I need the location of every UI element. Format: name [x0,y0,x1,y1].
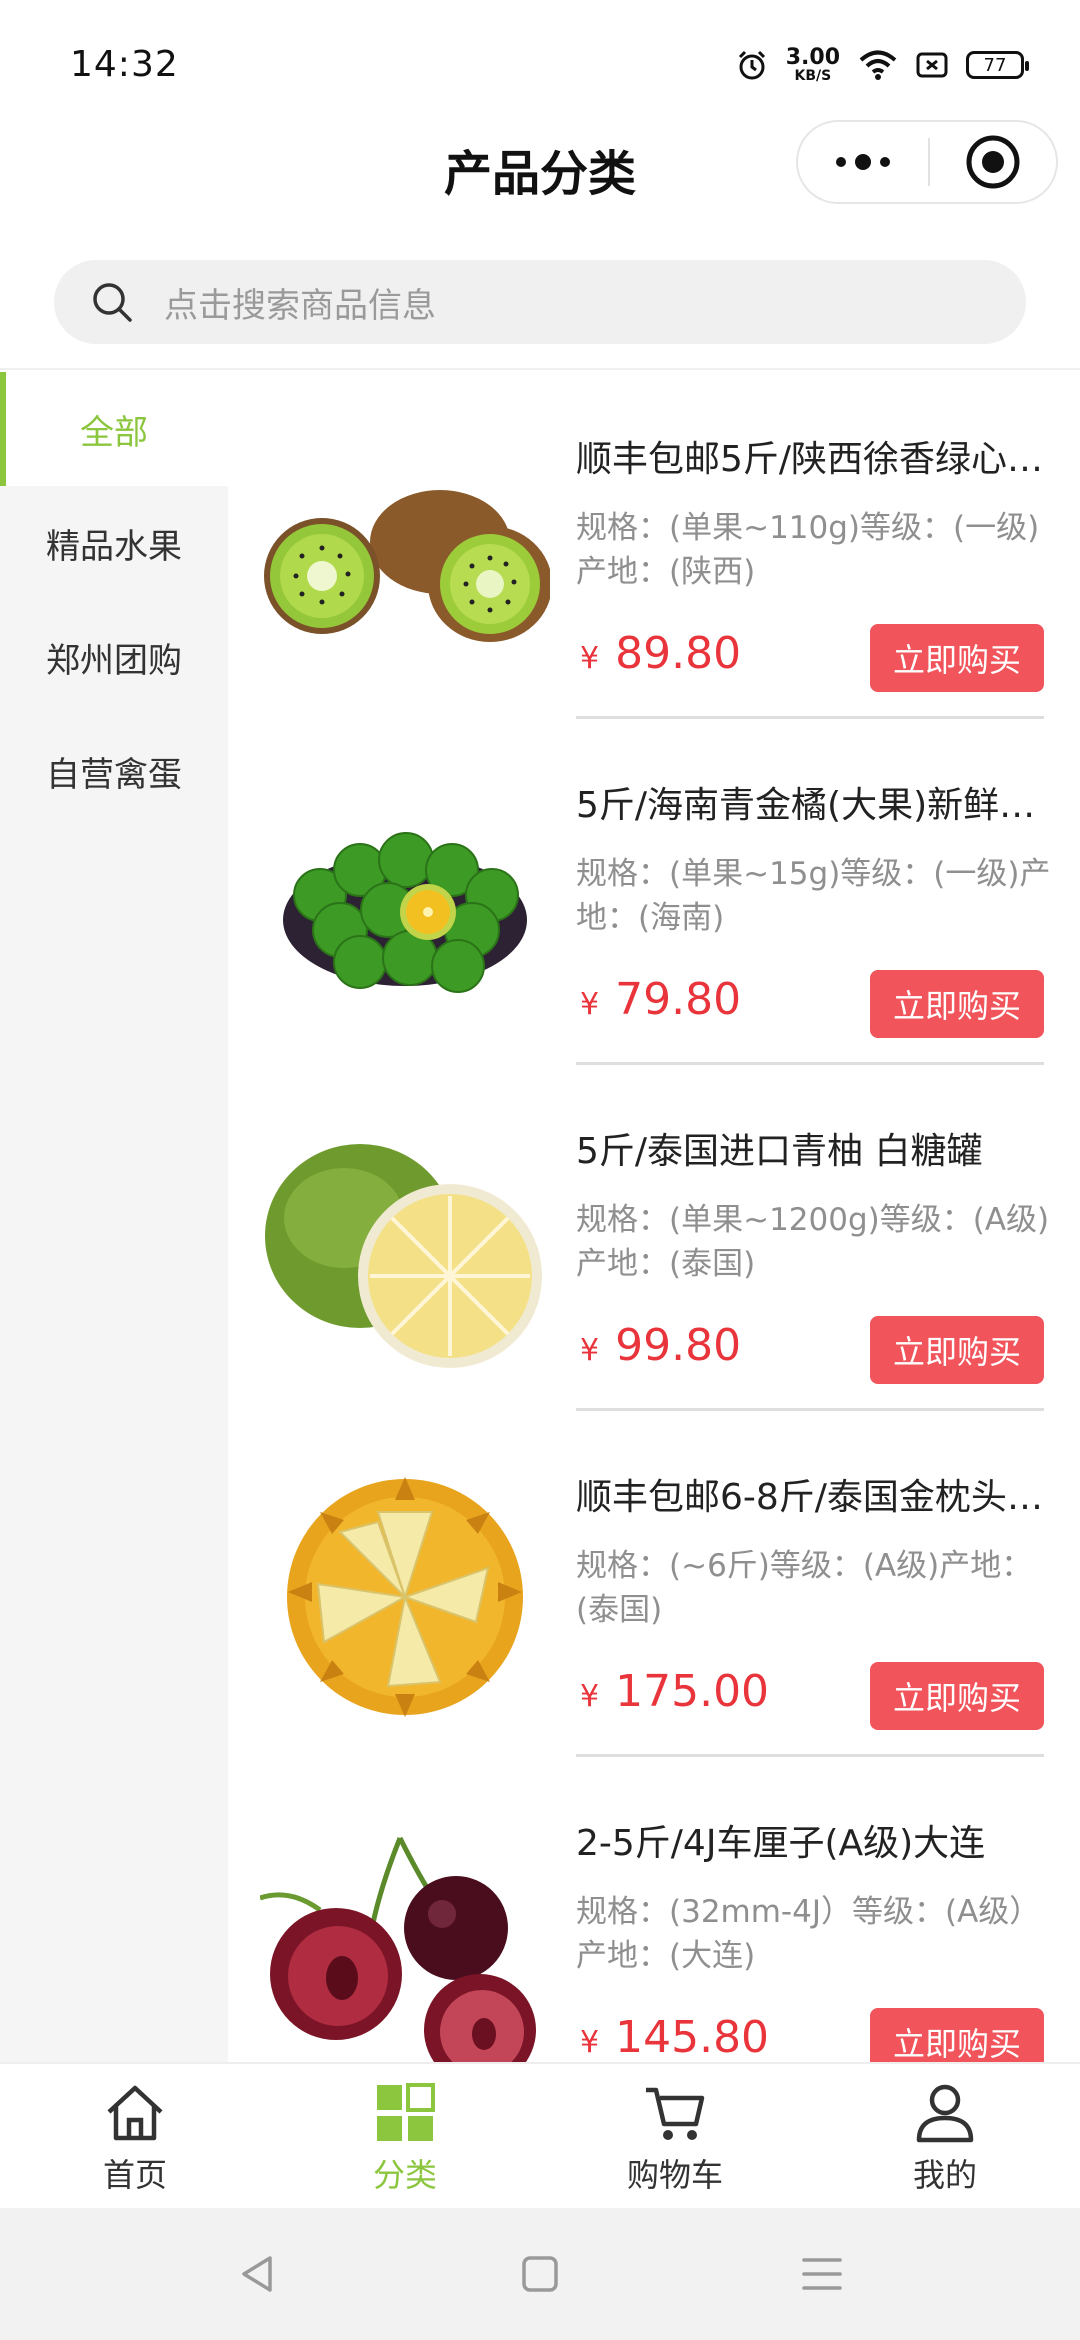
product-price: ¥ 145.80 [580,2012,769,2062]
product-image-kiwi[interactable] [260,434,550,684]
product-spec: 规格：(单果~1200g)等级：(A级)产地：(泰国) [576,1202,1050,1282]
product-card[interactable]: 顺丰包邮5斤/陕西徐香绿心猕猴桃 规格：(单果~110g)等级：(一级)产地：(… [228,372,1080,719]
product-spec: 规格：(单果~110g)等级：(一级)产地：(陕西) [576,510,1040,590]
search-icon [93,283,132,322]
product-card[interactable]: 顺丰包邮6-8斤/泰国金枕头榴莲 规格：(~6斤)等级：(A级)产地：(泰国) … [228,1410,1080,1757]
net-speed: 3.00 KB/S [785,45,840,84]
more-button[interactable] [798,152,928,172]
sidebar-item-poultry-eggs[interactable]: 自营禽蛋 [0,714,228,828]
currency-symbol: ¥ [580,2025,600,2060]
menu-lines-icon[interactable] [800,2254,844,2294]
back-icon[interactable] [236,2252,280,2296]
product-name: 5斤/泰国进口青柚 白糖罐 [576,1131,983,1172]
home-icon [107,2085,163,2141]
net-speed-unit: KB/S [794,68,832,84]
tab-cart[interactable]: 购物车 [540,2064,810,2210]
sidebar-item-label: 郑州团购 [46,640,182,681]
product-card[interactable]: 2-5斤/4J车厘子(A级)大连 规格：(32mm-4J）等级：(A级）产地：(… [228,1756,1080,2062]
sidebar-item-premium-fruit[interactable]: 精品水果 [0,486,228,600]
product-price: ¥ 175.00 [580,1666,769,1717]
status-time: 14:32 [70,44,179,85]
net-speed-value: 3.00 [785,45,840,70]
battery-level: 77 [983,54,1007,76]
search-placeholder: 点击搜索商品信息 [164,285,436,326]
status-bar: 14:32 3.00 KB/S 77 [0,0,1080,120]
buy-now-button[interactable]: 立即购买 [870,2008,1044,2062]
buy-now-button[interactable]: 立即购买 [870,1316,1044,1384]
product-name: 5斤/海南青金橘(大果)新鲜水果 [576,785,1046,826]
sidebar-item-all[interactable]: 全部 [0,372,228,486]
product-name: 顺丰包邮6-8斤/泰国金枕头榴莲 [576,1477,1046,1518]
status-icons: 3.00 KB/S 77 [736,40,1029,90]
tab-label: 我的 [912,2156,977,2194]
title-bar: 产品分类 [0,120,1080,250]
cart-icon [646,2087,705,2140]
tab-label: 首页 [102,2156,167,2194]
buy-now-button[interactable]: 立即购买 [870,1662,1044,1730]
product-image-durian[interactable] [260,1472,550,1722]
category-grid-icon [377,2083,435,2141]
sidebar-item-label: 自营禽蛋 [46,754,182,795]
product-price: ¥ 89.80 [580,628,741,679]
buy-now-button[interactable]: 立即购买 [870,624,1044,692]
bottom-tab-bar: 首页 分类 购物车 我的 [0,2062,1080,2208]
price-value: 79.80 [615,974,742,1025]
sidebar-item-label: 精品水果 [46,526,182,567]
user-icon [916,2084,974,2143]
tab-home[interactable]: 首页 [0,2064,270,2210]
product-image-lime[interactable] [260,780,550,1030]
price-value: 89.80 [615,628,742,679]
sidebar-item-zhengzhou-group-buy[interactable]: 郑州团购 [0,600,228,714]
price-value: 175.00 [615,1666,770,1717]
currency-symbol: ¥ [580,1679,600,1714]
price-value: 99.80 [615,1320,742,1371]
product-price: ¥ 99.80 [580,1320,741,1371]
tab-label: 购物车 [626,2156,723,2194]
sim-icon [916,52,948,78]
header-divider [0,368,1080,370]
app-screen: 14:32 3.00 KB/S 77 产品分类 点击搜索商品信息 全部 精品水果… [0,0,1080,2340]
product-image-pomelo[interactable] [260,1126,550,1376]
tab-label: 分类 [372,2156,437,2194]
product-spec: 规格：(单果~15g)等级：(一级)产地：(海南) [576,856,1051,936]
price-value: 145.80 [615,2012,770,2062]
more-dots-icon [836,154,890,170]
search-bar[interactable]: 点击搜索商品信息 [54,260,1026,344]
tab-me[interactable]: 我的 [810,2064,1080,2210]
alarm-icon [738,50,765,80]
sidebar-item-label: 全部 [80,412,148,453]
close-button[interactable] [930,134,1056,190]
tab-category[interactable]: 分类 [270,2064,540,2210]
product-spec: 规格：(~6斤)等级：(A级)产地：(泰国) [576,1548,1033,1628]
category-sidebar: 全部 精品水果 郑州团购 自营禽蛋 [0,372,228,2062]
product-spec: 规格：(32mm-4J）等级：(A级）产地：(大连) [576,1894,1041,1974]
product-price: ¥ 79.80 [580,974,741,1025]
battery-icon: 77 [966,51,1029,79]
currency-symbol: ¥ [580,641,600,676]
system-nav-bar [0,2208,1080,2340]
currency-symbol: ¥ [580,987,600,1022]
product-list: 顺丰包邮5斤/陕西徐香绿心猕猴桃 规格：(单果~110g)等级：(一级)产地：(… [228,372,1080,2062]
currency-symbol: ¥ [580,1333,600,1368]
product-name: 顺丰包邮5斤/陕西徐香绿心猕猴桃 [576,439,1046,480]
product-image-cherry[interactable] [260,1818,550,2062]
wifi-icon [859,50,897,80]
home-square-icon[interactable] [520,2254,560,2294]
product-name: 2-5斤/4J车厘子(A级)大连 [576,1823,986,1864]
buy-now-button[interactable]: 立即购买 [870,970,1044,1038]
product-card[interactable]: 5斤/海南青金橘(大果)新鲜水果 规格：(单果~15g)等级：(一级)产地：(海… [228,718,1080,1065]
mini-program-capsule [796,120,1058,204]
product-card[interactable]: 5斤/泰国进口青柚 白糖罐 规格：(单果~1200g)等级：(A级)产地：(泰国… [228,1064,1080,1411]
close-target-icon [966,135,1020,189]
